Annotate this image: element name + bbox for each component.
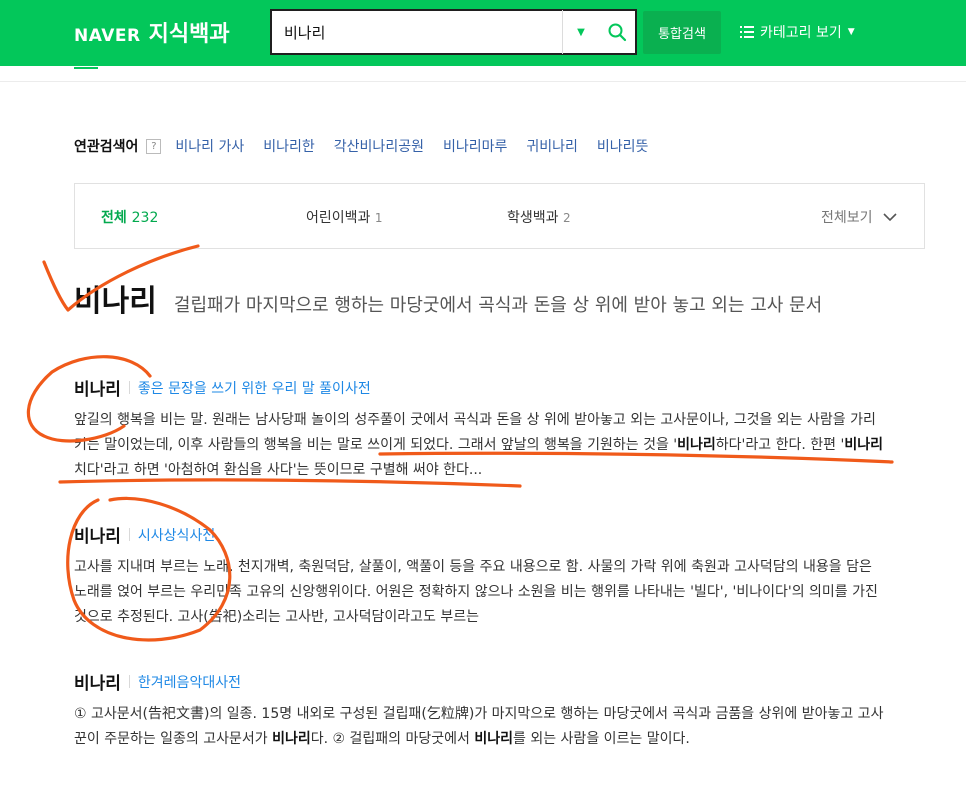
headline-term[interactable]: 비나리 xyxy=(74,284,157,319)
entry-divider xyxy=(128,528,130,541)
entry-source[interactable]: 한겨레음악대사전 xyxy=(138,672,241,692)
list-icon xyxy=(740,26,754,38)
headline: 비나리 걸립패가 마지막으로 행하는 마당굿에서 곡식과 돈을 상 위에 받아 … xyxy=(74,280,934,324)
help-icon[interactable]: ? xyxy=(146,138,162,154)
nav-indicator xyxy=(74,67,98,69)
brand-logo[interactable]: NAVER 지식백과 xyxy=(74,16,230,48)
related-item[interactable]: 비나리뜻 xyxy=(597,136,649,156)
body-text: 치다'라고 하면 '아첨하여 환심을 사다'는 뜻이므로 구별해 써야 한다..… xyxy=(74,462,483,478)
entry-header: 비나리 한겨레음악대사전 xyxy=(74,669,886,694)
body-keyword: 비나리 xyxy=(474,731,514,747)
related-item[interactable]: 비나리마루 xyxy=(443,136,507,156)
search-button[interactable] xyxy=(599,11,635,53)
result-entry: 비나리 시사상식사전 고사를 지내며 부르는 노래. 천지개벽, 축원덕담, 살… xyxy=(74,522,886,630)
naver-logo[interactable]: NAVER xyxy=(74,26,141,46)
body-text: 를 외는 사람을 이르는 말이다. xyxy=(513,731,690,747)
caret-down-icon: ▼ xyxy=(847,27,855,37)
related-item[interactable]: 비나리한 xyxy=(263,136,315,156)
body-keyword: 비나리 xyxy=(844,437,883,453)
entry-title[interactable]: 비나리 xyxy=(74,375,121,400)
search-box: ▼ xyxy=(270,9,637,55)
total-search-button[interactable]: 통합검색 xyxy=(643,11,721,54)
tab-kids[interactable]: 어린이백과 1 xyxy=(306,207,383,227)
related-searches: 연관검색어 ? 비나리 가사 비나리한 각산비나리공원 비나리마루 귀비나리 비… xyxy=(74,136,667,156)
entry-divider xyxy=(128,381,130,394)
view-all-button[interactable]: 전체보기 xyxy=(821,207,897,227)
body-text: 하다'라고 한다. 한편 ' xyxy=(715,437,845,453)
category-menu[interactable]: 카테고리 보기 ▼ xyxy=(740,22,855,42)
entry-source[interactable]: 시사상식사전 xyxy=(138,525,215,545)
chevron-down-icon xyxy=(883,213,897,222)
service-title[interactable]: 지식백과 xyxy=(149,16,230,48)
entry-source[interactable]: 좋은 문장을 쓰기 위한 우리 말 풀이사전 xyxy=(138,378,371,398)
tab-kids-label: 어린이백과 xyxy=(306,210,371,226)
related-title: 연관검색어 xyxy=(74,139,139,155)
entry-header: 비나리 시사상식사전 xyxy=(74,522,886,547)
related-item[interactable]: 각산비나리공원 xyxy=(334,136,424,156)
caret-down-icon: ▼ xyxy=(577,26,585,38)
body-keyword: 비나리 xyxy=(272,731,311,747)
body-text: 다. ② 걸립패의 마당굿에서 xyxy=(310,731,475,747)
tab-students[interactable]: 학생백과 2 xyxy=(507,207,571,227)
entry-body: 앞길의 행복을 비는 말. 원래는 남사당패 놀이의 성주풀이 굿에서 곡식과 … xyxy=(74,408,886,483)
tab-all-count: 232 xyxy=(131,210,159,226)
view-all-label: 전체보기 xyxy=(821,210,873,226)
tab-students-label: 학생백과 xyxy=(507,210,559,226)
body-keyword: 비나리 xyxy=(677,437,716,453)
entry-divider xyxy=(128,675,130,688)
tab-students-count: 2 xyxy=(562,211,571,225)
category-label: 카테고리 보기 xyxy=(760,25,842,41)
headline-description: 걸립패가 마지막으로 행하는 마당굿에서 곡식과 돈을 상 위에 받아 놓고 외… xyxy=(173,295,823,316)
result-entry: 비나리 한겨레음악대사전 ① 고사문서(告祀文書)의 일종. 15명 내외로 구… xyxy=(74,669,886,752)
tab-all-label: 전체 xyxy=(101,210,127,226)
related-item[interactable]: 비나리 가사 xyxy=(175,136,244,156)
tab-kids-count: 1 xyxy=(374,211,383,225)
top-header: NAVER 지식백과 ▼ 통합검색 카테고리 보기 ▼ xyxy=(0,0,966,66)
category-tabs: 전체 232 어린이백과 1 학생백과 2 전체보기 xyxy=(74,183,925,249)
tab-all[interactable]: 전체 232 xyxy=(101,207,158,227)
result-entry: 비나리 좋은 문장을 쓰기 위한 우리 말 풀이사전 앞길의 행복을 비는 말.… xyxy=(74,375,886,483)
search-options-dropdown[interactable]: ▼ xyxy=(563,11,599,53)
entry-title[interactable]: 비나리 xyxy=(74,522,121,547)
entry-body: 고사를 지내며 부르는 노래. 천지개벽, 축원덕담, 살풀이, 액풀이 등을 … xyxy=(74,559,878,625)
entry-title[interactable]: 비나리 xyxy=(74,669,121,694)
related-item[interactable]: 귀비나리 xyxy=(526,136,578,156)
search-icon xyxy=(608,23,627,42)
entry-header: 비나리 좋은 문장을 쓰기 위한 우리 말 풀이사전 xyxy=(74,375,886,400)
header-divider xyxy=(0,81,966,82)
search-input[interactable] xyxy=(272,11,562,53)
entry-body: ① 고사문서(告祀文書)의 일종. 15명 내외로 구성된 걸립패(乞粒牌)가 … xyxy=(74,702,886,752)
